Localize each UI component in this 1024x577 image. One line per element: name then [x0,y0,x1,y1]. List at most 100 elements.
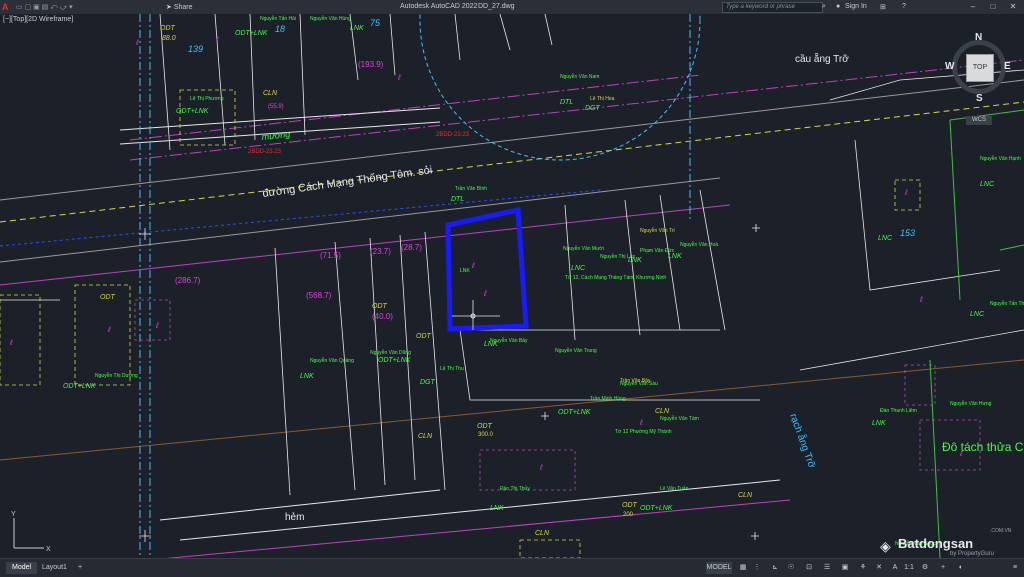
dgt-label-mid: DGT [420,379,436,386]
polar-icon[interactable]: ☉ [786,562,796,574]
lnk-label-top: LNK [350,25,364,32]
svg-text:ℓ: ℓ [539,463,543,472]
svg-text:Trần Văn Bình: Trần Văn Bình [455,186,487,192]
selected-parcel[interactable]: ℓ ℓ LNK [445,206,529,332]
search-icon[interactable]: ⌕ [822,3,826,11]
quick-access-toolbar[interactable]: ▭ ▢ ▣ ▤ ⤺ ⤻ ▾ [16,3,73,12]
svg-text:ℓ: ℓ [639,418,643,427]
green-boundaries [929,109,1024,558]
dtl-label: DTL [560,99,573,106]
canal-label: mương [261,129,291,142]
snap-icon[interactable]: ⋮ [752,562,762,574]
svg-text:Đào Thị Thủy: Đào Thị Thủy [500,485,530,492]
share-label: Share [173,4,193,11]
lineweight-icon[interactable]: ☰ [822,562,832,574]
odt-lnk-label-left: ODT+LNK [63,383,96,390]
parcel-label-marks: ℓ ℓ ℓ ℓ ℓ ℓ ℓ ℓ ℓ ℓ ℓ [9,35,963,472]
svg-text:ℓ: ℓ [107,325,111,334]
svg-text:Lê Thị Thu: Lê Thị Thu [440,366,464,372]
compass-west[interactable]: W [945,61,954,72]
add-layout-button[interactable]: + [72,562,88,574]
tab-layout1[interactable]: Layout1 [36,562,73,574]
annotation-scale-icon[interactable]: A [890,562,900,574]
svg-text:Nguyễn Văn Trung: Nguyễn Văn Trung [555,347,597,354]
area-287: (28.7) [401,243,422,252]
cln-label-right: CLN [655,408,670,415]
bddd-label: 2BDD-23.23 [248,149,282,155]
watermark-logo-icon: ◈ [880,538,891,554]
dashed-boxes [0,89,921,558]
svg-text:ℓ: ℓ [904,188,908,197]
minimize-icon[interactable]: – [966,1,980,13]
svg-text:Y: Y [11,511,16,518]
odt-lnk-label-bottom: ODT+LNK [640,505,673,512]
cln-label-top: CLN [263,90,278,97]
lnk-label-mid: LNK [484,341,498,348]
odt-label-mid-2: ODT [416,333,432,340]
svg-text:Nguyễn Văn Hạnh: Nguyễn Văn Hạnh [980,155,1021,162]
grid-icon[interactable]: ▦ [738,562,748,574]
sign-in-button[interactable]: Sign In [845,3,867,10]
svg-text:Lê Văn Tuấn: Lê Văn Tuấn [660,486,689,492]
wcs-menu[interactable]: WCS [966,116,992,125]
num-18-label: 18 [275,24,285,34]
svg-text:ℓ: ℓ [9,338,13,347]
alley-label: hẻm [285,512,304,523]
stream-label: rạch ẵng Trỡ [787,412,819,471]
share-button[interactable]: ➤ Share [166,3,193,11]
svg-text:Lê Thị Phương: Lê Thị Phương [190,96,224,102]
settings-gear-icon[interactable]: ⚙ [920,562,930,574]
area-715: (71.5) [320,251,341,260]
svg-text:Nguyễn Văn Trí: Nguyễn Văn Trí [640,227,675,234]
annotation-visibility-icon[interactable]: ⚘ [858,562,868,574]
bridge-label: cầu ẵng Trỡ [795,52,849,65]
auto-scale-icon[interactable]: ✕ [874,562,884,574]
ucs-icon: Y X [11,511,51,553]
road-lines [0,59,1024,558]
search-input[interactable]: Type a keyword or phrase [722,2,823,13]
svg-text:Nguyễn Thị Dương: Nguyễn Thị Dương [95,372,138,379]
area-400: (40.0) [372,312,393,321]
osnap-icon[interactable]: ⊡ [804,562,814,574]
help-icon[interactable]: ? [902,3,906,10]
lnc-label-1: LNC [571,265,586,272]
isolate-icon[interactable]: ◐ [956,562,966,574]
compass-north[interactable]: N [975,32,982,43]
selection-cycling-icon[interactable]: ▣ [840,562,850,574]
customize-menu-icon[interactable]: ≡ [1010,562,1020,574]
ortho-icon[interactable]: ⊾ [770,562,780,574]
autocad-logo-icon[interactable]: A [2,2,12,12]
odt-lnk-label-2: ODT+LNK [176,108,209,115]
svg-text:LNK: LNK [460,268,470,274]
viewcube[interactable]: TOP N S E W WCS [942,32,1018,125]
area-237: (23.7) [370,247,391,256]
svg-text:Nguyễn Văn Tám: Nguyễn Văn Tám [660,415,699,422]
drawing-canvas[interactable]: ℓ ℓ LNK ℓ ℓ ℓ ℓ ℓ ℓ ℓ ℓ ℓ ℓ ℓ Nguyễn Tấn Hải Ng… [0,14,1024,558]
user-icon: ● [836,3,841,10]
svg-text:Đào Thanh Liêm: Đào Thanh Liêm [880,408,917,414]
svg-text:ℓ: ℓ [215,35,219,44]
app-title: Autodesk AutoCAD 2022 [400,3,478,10]
restore-icon[interactable]: □ [986,1,1000,13]
svg-text:Trần Minh Hùng: Trần Minh Hùng [590,396,626,402]
scale-dropdown[interactable]: 1:1 [902,562,916,574]
svg-text:ℓ: ℓ [919,295,923,304]
svg-text:ℓ: ℓ [471,261,475,270]
close-icon[interactable]: ✕ [1006,1,1020,13]
cart-icon[interactable]: ⊞ [880,3,886,11]
model-space-button[interactable]: MODEL [706,562,732,574]
lnk-label-right: LNK [628,257,642,264]
viewcube-top-face[interactable]: TOP [966,54,994,82]
batdongsan-watermark: ◈ Batdongsan .COM.VN by PropertyGuru [880,528,1020,558]
compass-east[interactable]: E [1004,61,1011,72]
compass-south[interactable]: S [976,93,983,104]
lnc-label-3: LNC [970,311,985,318]
lnk-label-bottom: LNK [490,505,504,512]
tab-model[interactable]: Model [6,562,38,574]
plus-icon[interactable]: + [938,562,948,574]
svg-text:Nguyễn Văn Hưng: Nguyễn Văn Hưng [950,400,992,407]
place-names: đường Cách Mạng Thống Tôm. sỏi cầu ẵng T… [248,52,1024,523]
annotation-marks: Nguyễn Tấn Hải Nguyễn Văn Hùng Nguyễn Vă… [95,15,1024,547]
lnk-label-right-2: LNK [668,253,682,260]
viewport-controls[interactable]: [−][Top][2D Wireframe] [3,16,73,23]
